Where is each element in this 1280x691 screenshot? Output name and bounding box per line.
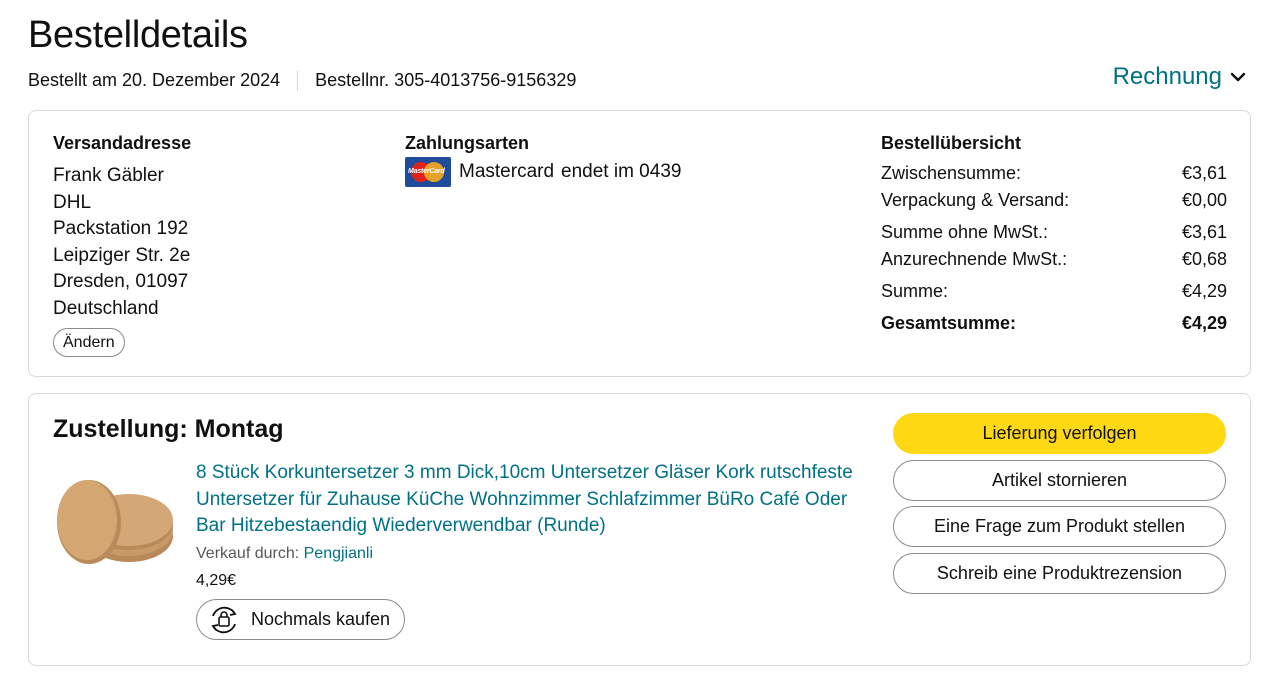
buy-again-button[interactable]: Nochmals kaufen bbox=[196, 599, 406, 640]
summary-value: €3,61 bbox=[1181, 163, 1227, 183]
mastercard-icon: MasterCard bbox=[405, 157, 451, 187]
rebuy-icon bbox=[211, 606, 237, 633]
summary-label: Gesamtsumme: bbox=[881, 313, 1017, 333]
change-address-button[interactable]: Ändern bbox=[53, 328, 125, 357]
address-line: Frank Gäbler bbox=[53, 165, 164, 186]
address-line: DHL bbox=[53, 191, 92, 213]
summary-row-subtotal: Zwischensumme: €3,61 bbox=[881, 163, 1227, 184]
card-name: Mastercard bbox=[459, 161, 555, 182]
summary-value: €3,61 bbox=[1181, 222, 1227, 242]
invoice-dropdown[interactable]: Rechnung bbox=[1113, 63, 1246, 91]
order-number: Bestellnr. 305-4013756-9156329 bbox=[315, 70, 577, 90]
cancel-item-button[interactable]: Artikel stornieren bbox=[893, 460, 1226, 501]
summary-value: €4,29 bbox=[1181, 313, 1227, 333]
delivery-card: Zustellung: Montag 8 Stück Korkuntersetz… bbox=[28, 393, 1251, 666]
summary-row-vat: Anzurechnende MwSt.: €0,68 bbox=[881, 249, 1227, 270]
seller-line: Verkauf durch: Pengjianli bbox=[196, 545, 373, 563]
product-price: 4,29€ bbox=[196, 572, 237, 589]
summary-row-total: Gesamtsumme: €4,29 bbox=[881, 313, 1227, 334]
delivery-title: Zustellung: Montag bbox=[53, 415, 284, 443]
summary-value: €0,00 bbox=[1181, 190, 1227, 210]
mastercard-logo-text: MasterCard bbox=[408, 168, 445, 175]
cork-coaster-image[interactable] bbox=[51, 474, 175, 570]
order-summary-card: Versandadresse Frank Gäbler DHL Packstat… bbox=[28, 110, 1251, 377]
summary-value: €4,29 bbox=[1181, 281, 1227, 301]
address-line: Dresden, 01097 bbox=[53, 271, 189, 293]
address-line: Packstation 192 bbox=[53, 218, 189, 240]
order-date: Bestellt am 20. Dezember 2024 bbox=[28, 70, 281, 90]
payment-heading: Zahlungsarten bbox=[405, 133, 530, 153]
meta-divider bbox=[297, 70, 299, 91]
summary-label: Summe ohne MwSt.: bbox=[881, 222, 1049, 242]
page-title: Bestelldetails bbox=[28, 14, 248, 56]
summary-value: €0,68 bbox=[1181, 249, 1227, 269]
summary-heading: Bestellübersicht bbox=[881, 133, 1022, 153]
invoice-label: Rechnung bbox=[1112, 63, 1222, 90]
address-line: Deutschland bbox=[53, 297, 159, 319]
product-title-link[interactable]: 8 Stück Korkuntersetzer 3 mm Dick,10cm U… bbox=[196, 460, 866, 540]
summary-label: Summe: bbox=[881, 281, 949, 301]
seller-link[interactable]: Pengjianli bbox=[304, 545, 373, 562]
payment-method: MasterCard Mastercard endet im 0439 bbox=[405, 157, 681, 187]
shipping-heading: Versandadresse bbox=[53, 133, 192, 153]
buy-again-label: Nochmals kaufen bbox=[251, 609, 391, 629]
summary-label: Anzurechnende MwSt.: bbox=[881, 249, 1068, 269]
summary-row-sum: Summe: €4,29 bbox=[881, 281, 1227, 302]
summary-label: Verpackung & Versand: bbox=[881, 190, 1070, 210]
chevron-down-icon bbox=[1230, 72, 1246, 82]
shipping-address: Frank Gäbler DHL Packstation 192 Leipzig… bbox=[53, 163, 190, 323]
summary-label: Zwischensumme: bbox=[881, 163, 1022, 183]
card-ending: endet im 0439 bbox=[561, 161, 682, 182]
ask-question-button[interactable]: Eine Frage zum Produkt stellen bbox=[893, 506, 1226, 547]
write-review-button[interactable]: Schreib eine Produktrezension bbox=[893, 553, 1226, 594]
track-delivery-button[interactable]: Lieferung verfolgen bbox=[893, 413, 1226, 454]
summary-row-shipping: Verpackung & Versand: €0,00 bbox=[881, 190, 1227, 211]
seller-prefix: Verkauf durch: bbox=[196, 545, 304, 562]
summary-row-net: Summe ohne MwSt.: €3,61 bbox=[881, 222, 1227, 243]
order-meta: Bestellt am 20. Dezember 2024 Bestellnr.… bbox=[28, 70, 576, 91]
address-line: Leipziger Str. 2e bbox=[53, 244, 191, 266]
